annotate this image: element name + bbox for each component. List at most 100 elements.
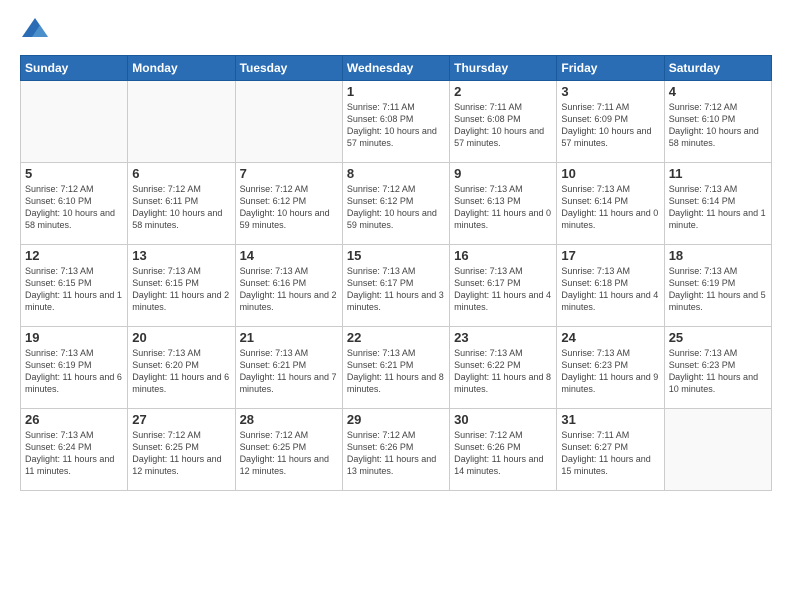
weekday-header-wednesday: Wednesday bbox=[342, 56, 449, 81]
day-info: Sunrise: 7:13 AMSunset: 6:24 PMDaylight:… bbox=[25, 429, 123, 478]
logo-icon bbox=[20, 15, 50, 45]
week-row-1: 1Sunrise: 7:11 AMSunset: 6:08 PMDaylight… bbox=[21, 81, 772, 163]
day-cell: 5 Sunrise: 7:12 AMSunset: 6:10 PMDaylight… bbox=[21, 163, 128, 245]
day-cell: 28 Sunrise: 7:12 AMSunset: 6:25 PMDayligh… bbox=[235, 409, 342, 491]
day-cell bbox=[21, 81, 128, 163]
day-cell: 11 Sunrise: 7:13 AMSunset: 6:14 PMDayligh… bbox=[664, 163, 771, 245]
day-number: 14 bbox=[240, 248, 338, 263]
day-cell: 21 Sunrise: 7:13 AMSunset: 6:21 PMDayligh… bbox=[235, 327, 342, 409]
day-number: 10 bbox=[561, 166, 659, 181]
day-info: Sunrise: 7:11 AMSunset: 6:08 PMDaylight:… bbox=[454, 101, 552, 150]
day-number: 15 bbox=[347, 248, 445, 263]
day-info: Sunrise: 7:13 AMSunset: 6:17 PMDaylight:… bbox=[454, 265, 552, 314]
day-number: 27 bbox=[132, 412, 230, 427]
day-cell: 4 Sunrise: 7:12 AMSunset: 6:10 PMDaylight… bbox=[664, 81, 771, 163]
day-cell: 17 Sunrise: 7:13 AMSunset: 6:18 PMDayligh… bbox=[557, 245, 664, 327]
day-cell: 18 Sunrise: 7:13 AMSunset: 6:19 PMDayligh… bbox=[664, 245, 771, 327]
week-row-4: 19 Sunrise: 7:13 AMSunset: 6:19 PMDayligh… bbox=[21, 327, 772, 409]
day-cell: 26 Sunrise: 7:13 AMSunset: 6:24 PMDayligh… bbox=[21, 409, 128, 491]
day-cell: 25 Sunrise: 7:13 AMSunset: 6:23 PMDayligh… bbox=[664, 327, 771, 409]
day-cell: 29 Sunrise: 7:12 AMSunset: 6:26 PMDayligh… bbox=[342, 409, 449, 491]
day-number: 20 bbox=[132, 330, 230, 345]
day-number: 29 bbox=[347, 412, 445, 427]
weekday-header-monday: Monday bbox=[128, 56, 235, 81]
week-row-5: 26 Sunrise: 7:13 AMSunset: 6:24 PMDayligh… bbox=[21, 409, 772, 491]
day-number: 7 bbox=[240, 166, 338, 181]
day-info: Sunrise: 7:12 AMSunset: 6:25 PMDaylight:… bbox=[240, 429, 338, 478]
day-number: 17 bbox=[561, 248, 659, 263]
day-cell: 13 Sunrise: 7:13 AMSunset: 6:15 PMDayligh… bbox=[128, 245, 235, 327]
day-number: 5 bbox=[25, 166, 123, 181]
day-cell: 15 Sunrise: 7:13 AMSunset: 6:17 PMDayligh… bbox=[342, 245, 449, 327]
day-cell bbox=[235, 81, 342, 163]
day-cell: 27Sunrise: 7:12 AMSunset: 6:25 PMDayligh… bbox=[128, 409, 235, 491]
day-info: Sunrise: 7:13 AMSunset: 6:20 PMDaylight:… bbox=[132, 347, 230, 396]
header bbox=[20, 15, 772, 45]
day-cell: 23Sunrise: 7:13 AMSunset: 6:22 PMDayligh… bbox=[450, 327, 557, 409]
day-cell: 30Sunrise: 7:12 AMSunset: 6:26 PMDayligh… bbox=[450, 409, 557, 491]
day-info: Sunrise: 7:13 AMSunset: 6:15 PMDaylight:… bbox=[132, 265, 230, 314]
day-info: Sunrise: 7:13 AMSunset: 6:13 PMDaylight:… bbox=[454, 183, 552, 232]
day-number: 18 bbox=[669, 248, 767, 263]
day-number: 13 bbox=[132, 248, 230, 263]
day-info: Sunrise: 7:12 AMSunset: 6:10 PMDaylight:… bbox=[669, 101, 767, 150]
day-info: Sunrise: 7:13 AMSunset: 6:19 PMDaylight:… bbox=[25, 347, 123, 396]
day-cell: 16Sunrise: 7:13 AMSunset: 6:17 PMDayligh… bbox=[450, 245, 557, 327]
day-info: Sunrise: 7:12 AMSunset: 6:12 PMDaylight:… bbox=[240, 183, 338, 232]
day-number: 3 bbox=[561, 84, 659, 99]
day-number: 12 bbox=[25, 248, 123, 263]
day-info: Sunrise: 7:11 AMSunset: 6:09 PMDaylight:… bbox=[561, 101, 659, 150]
day-number: 30 bbox=[454, 412, 552, 427]
day-cell: 3 Sunrise: 7:11 AMSunset: 6:09 PMDaylight… bbox=[557, 81, 664, 163]
day-info: Sunrise: 7:13 AMSunset: 6:21 PMDaylight:… bbox=[347, 347, 445, 396]
day-number: 6 bbox=[132, 166, 230, 181]
day-number: 26 bbox=[25, 412, 123, 427]
day-info: Sunrise: 7:12 AMSunset: 6:11 PMDaylight:… bbox=[132, 183, 230, 232]
day-number: 23 bbox=[454, 330, 552, 345]
day-info: Sunrise: 7:13 AMSunset: 6:21 PMDaylight:… bbox=[240, 347, 338, 396]
day-info: Sunrise: 7:13 AMSunset: 6:19 PMDaylight:… bbox=[669, 265, 767, 314]
day-number: 21 bbox=[240, 330, 338, 345]
day-number: 25 bbox=[669, 330, 767, 345]
day-info: Sunrise: 7:11 AMSunset: 6:27 PMDaylight:… bbox=[561, 429, 659, 478]
day-number: 24 bbox=[561, 330, 659, 345]
day-cell: 6 Sunrise: 7:12 AMSunset: 6:11 PMDaylight… bbox=[128, 163, 235, 245]
day-cell: 2Sunrise: 7:11 AMSunset: 6:08 PMDaylight… bbox=[450, 81, 557, 163]
day-info: Sunrise: 7:13 AMSunset: 6:14 PMDaylight:… bbox=[561, 183, 659, 232]
day-info: Sunrise: 7:11 AMSunset: 6:08 PMDaylight:… bbox=[347, 101, 445, 150]
day-number: 19 bbox=[25, 330, 123, 345]
day-info: Sunrise: 7:13 AMSunset: 6:18 PMDaylight:… bbox=[561, 265, 659, 314]
day-info: Sunrise: 7:12 AMSunset: 6:26 PMDaylight:… bbox=[347, 429, 445, 478]
logo bbox=[20, 15, 54, 45]
day-info: Sunrise: 7:13 AMSunset: 6:23 PMDaylight:… bbox=[561, 347, 659, 396]
day-cell: 8Sunrise: 7:12 AMSunset: 6:12 PMDaylight… bbox=[342, 163, 449, 245]
day-info: Sunrise: 7:13 AMSunset: 6:23 PMDaylight:… bbox=[669, 347, 767, 396]
page: SundayMondayTuesdayWednesdayThursdayFrid… bbox=[0, 0, 792, 612]
day-number: 4 bbox=[669, 84, 767, 99]
day-cell: 24 Sunrise: 7:13 AMSunset: 6:23 PMDayligh… bbox=[557, 327, 664, 409]
day-cell: 31 Sunrise: 7:11 AMSunset: 6:27 PMDayligh… bbox=[557, 409, 664, 491]
day-cell: 10 Sunrise: 7:13 AMSunset: 6:14 PMDayligh… bbox=[557, 163, 664, 245]
day-cell bbox=[664, 409, 771, 491]
day-cell: 20 Sunrise: 7:13 AMSunset: 6:20 PMDayligh… bbox=[128, 327, 235, 409]
day-cell: 12Sunrise: 7:13 AMSunset: 6:15 PMDayligh… bbox=[21, 245, 128, 327]
day-number: 8 bbox=[347, 166, 445, 181]
weekday-header-sunday: Sunday bbox=[21, 56, 128, 81]
weekday-header-tuesday: Tuesday bbox=[235, 56, 342, 81]
weekday-header-friday: Friday bbox=[557, 56, 664, 81]
day-cell: 14 Sunrise: 7:13 AMSunset: 6:16 PMDayligh… bbox=[235, 245, 342, 327]
weekday-header-saturday: Saturday bbox=[664, 56, 771, 81]
day-info: Sunrise: 7:13 AMSunset: 6:17 PMDaylight:… bbox=[347, 265, 445, 314]
weekday-header-thursday: Thursday bbox=[450, 56, 557, 81]
day-number: 31 bbox=[561, 412, 659, 427]
calendar-table: SundayMondayTuesdayWednesdayThursdayFrid… bbox=[20, 55, 772, 491]
day-number: 11 bbox=[669, 166, 767, 181]
day-number: 28 bbox=[240, 412, 338, 427]
day-info: Sunrise: 7:12 AMSunset: 6:10 PMDaylight:… bbox=[25, 183, 123, 232]
weekday-header-row: SundayMondayTuesdayWednesdayThursdayFrid… bbox=[21, 56, 772, 81]
day-cell: 22Sunrise: 7:13 AMSunset: 6:21 PMDayligh… bbox=[342, 327, 449, 409]
day-cell: 7 Sunrise: 7:12 AMSunset: 6:12 PMDaylight… bbox=[235, 163, 342, 245]
day-cell: 1Sunrise: 7:11 AMSunset: 6:08 PMDaylight… bbox=[342, 81, 449, 163]
day-info: Sunrise: 7:13 AMSunset: 6:14 PMDaylight:… bbox=[669, 183, 767, 232]
day-info: Sunrise: 7:13 AMSunset: 6:16 PMDaylight:… bbox=[240, 265, 338, 314]
